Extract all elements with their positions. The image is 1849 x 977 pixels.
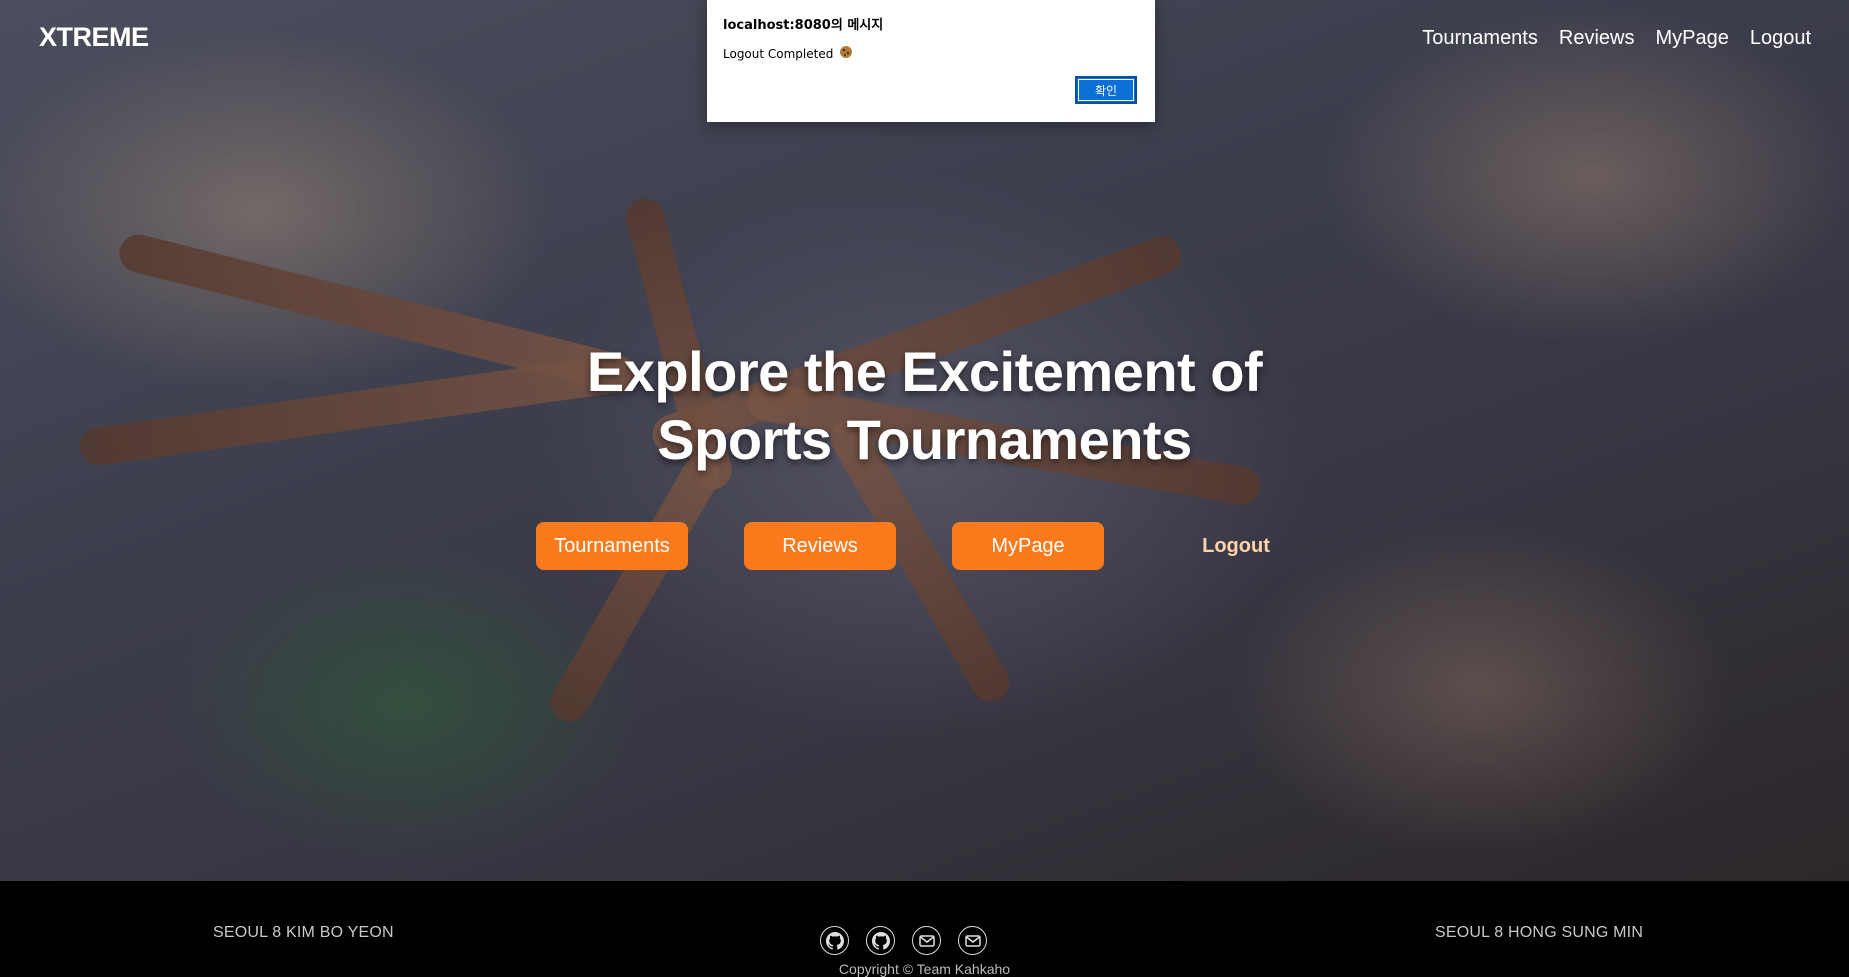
footer-right-name: SEOUL 8 HONG SUNG MIN: [1435, 924, 1644, 941]
dialog-message-row: Logout Completed: [723, 44, 854, 63]
main-nav: Tournaments Reviews MyPage Logout: [1422, 27, 1811, 50]
footer-left-name: SEOUL 8 KIM BO YEON: [213, 924, 394, 941]
github-icon[interactable]: [820, 926, 849, 955]
logout-link[interactable]: Logout: [1160, 522, 1312, 570]
alert-dialog: localhost:8080의 메시지 Logout Completed 확인: [707, 0, 1155, 122]
hero-headline-line2: Sports Tournaments: [657, 408, 1192, 471]
dialog-message: Logout Completed: [723, 46, 834, 61]
reviews-button[interactable]: Reviews: [744, 522, 896, 570]
nav-mypage-link[interactable]: MyPage: [1655, 27, 1728, 50]
nav-tournaments-link[interactable]: Tournaments: [1422, 27, 1538, 50]
hero-headline: Explore the Excitement of Sports Tournam…: [0, 338, 1849, 474]
mypage-button[interactable]: MyPage: [952, 522, 1104, 570]
site-logo[interactable]: XTREME: [39, 22, 149, 53]
mail-icon[interactable]: [912, 926, 941, 955]
cookie-icon: [838, 44, 854, 63]
dialog-title: localhost:8080의 메시지: [723, 18, 884, 33]
nav-reviews-link[interactable]: Reviews: [1559, 27, 1635, 50]
nav-logout-link[interactable]: Logout: [1750, 27, 1811, 50]
mail-icon[interactable]: [958, 926, 987, 955]
copyright-text: Copyright © Team Kahkaho: [838, 961, 1011, 977]
footer-icon-row: [820, 926, 987, 955]
tournaments-button[interactable]: Tournaments: [536, 522, 688, 570]
dialog-ok-button[interactable]: 확인: [1075, 76, 1137, 104]
hero-headline-line1: Explore the Excitement of: [586, 340, 1263, 403]
github-icon[interactable]: [866, 926, 895, 955]
